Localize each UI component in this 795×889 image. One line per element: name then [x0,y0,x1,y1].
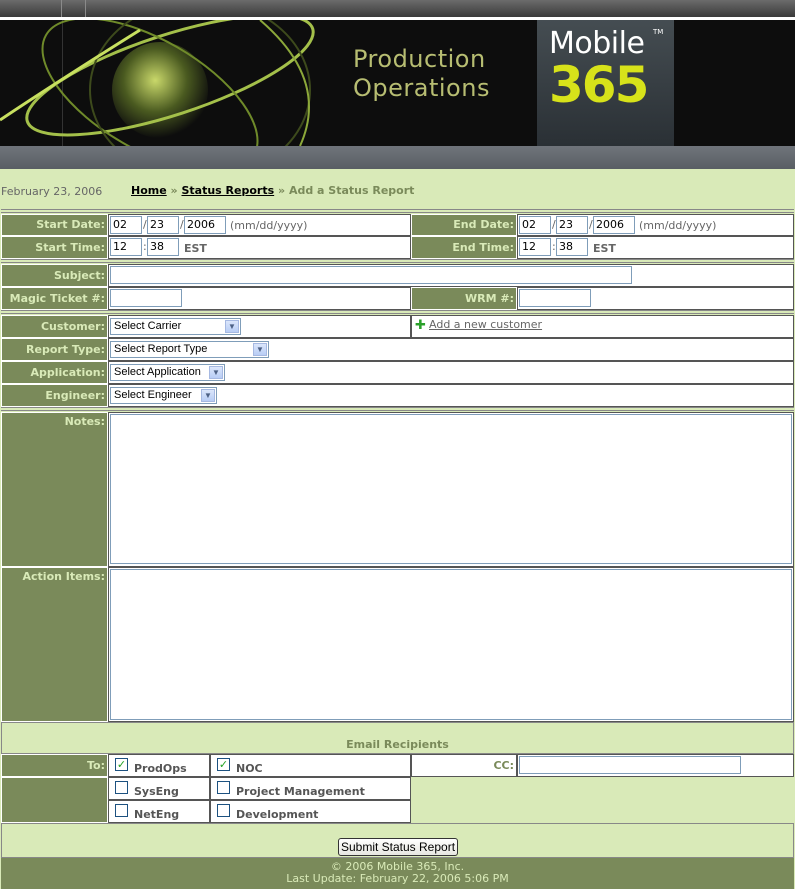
application-select-value: Select Application [114,366,201,378]
report-type-select[interactable]: Select Report Type ▼ [110,341,269,358]
start-day-input[interactable]: 23 [147,216,179,234]
magic-ticket-label: Magic Ticket #: [1,287,108,310]
neteng-label: NetEng [134,808,180,821]
project-management-checkbox[interactable] [217,781,230,794]
divider [1,209,794,213]
wrm-input[interactable] [519,289,591,307]
end-minute-input[interactable]: 38 [556,238,588,256]
divider [1,310,794,314]
prodops-label: ProdOps [134,762,187,775]
to-label: To: [1,754,108,777]
report-type-label: Report Type: [1,338,108,361]
breadcrumb-separator: » [278,184,286,197]
action-items-label: Action Items: [1,567,108,722]
development-checkbox[interactable] [217,804,230,817]
end-date-label: End Date: [411,214,517,236]
prodops-checkbox[interactable]: ✓ [115,758,128,771]
cc-input[interactable] [519,756,741,774]
add-customer-link[interactable]: Add a new customer [429,318,542,331]
end-day-input[interactable]: 23 [556,216,588,234]
start-year-input[interactable]: 2006 [184,216,226,234]
chevron-down-icon: ▼ [201,389,215,402]
project-management-label: Project Management [236,785,365,798]
customer-label: Customer: [1,315,108,338]
start-date-label: Start Date: [1,214,108,236]
chevron-down-icon: ▼ [209,366,223,379]
footer: © 2006 Mobile 365, Inc. Last Update: Feb… [1,858,794,889]
customer-select[interactable]: Select Carrier ▼ [110,318,241,335]
start-time-label: Start Time: [1,236,108,259]
mobile365-logo: Mobile TM 365 [537,20,674,146]
wrm-label: WRM #: [411,287,517,310]
syseng-label: SysEng [134,785,179,798]
date-format-hint: (mm/dd/yyyy) [639,219,717,232]
banner-title-line2: Operations [353,74,490,102]
engineer-label: Engineer: [1,384,108,407]
noc-label: NOC [236,762,263,775]
application-select[interactable]: Select Application ▼ [110,364,225,381]
plus-icon: ✚ [415,318,426,333]
engineer-select[interactable]: Select Engineer ▼ [110,387,217,404]
logo-number: 365 [549,56,649,114]
development-label: Development [236,808,319,821]
breadcrumb-reports-link[interactable]: Status Reports [181,184,274,197]
footer-last-update: Last Update: February 22, 2006 5:06 PM [286,872,509,885]
divider [1,259,794,263]
site-banner: Production Operations Mobile TM 365 [0,20,795,146]
application-label: Application: [1,361,108,384]
subject-label: Subject: [1,264,108,287]
current-date: February 23, 2006 [1,185,103,198]
banner-title: Production Operations [353,45,490,103]
end-time-label: End Time: [411,236,517,259]
syseng-checkbox[interactable] [115,781,128,794]
email-recipients-heading: Email Recipients [346,738,449,751]
report-type-select-value: Select Report Type [114,343,208,355]
logo-trademark: TM [653,28,664,36]
email-recipients-header: Email Recipients [1,722,794,754]
start-month-input[interactable]: 02 [110,216,142,234]
top-strip [0,0,795,17]
chevron-down-icon: ▼ [225,320,239,333]
notes-label: Notes: [1,412,108,567]
chevron-down-icon: ▼ [253,343,267,356]
recipients-spacer [1,777,108,823]
magic-ticket-input[interactable] [110,289,182,307]
start-hour-input[interactable]: 12 [110,238,142,256]
subject-input[interactable] [110,266,632,284]
nav-bar [0,146,795,169]
engineer-select-value: Select Engineer [114,389,192,401]
divider [1,407,794,411]
cc-label: CC: [411,754,517,777]
notes-textarea[interactable] [110,414,792,564]
breadcrumb-row: February 23, 2006 Home » Status Reports … [0,169,795,212]
start-minute-input[interactable]: 38 [147,238,179,256]
banner-title-line1: Production [353,45,486,73]
end-year-input[interactable]: 2006 [593,216,635,234]
neteng-checkbox[interactable] [115,804,128,817]
breadcrumb-separator: » [170,184,178,197]
timezone-label: EST [593,242,616,255]
breadcrumb: Home » Status Reports » Add a Status Rep… [131,184,414,197]
action-items-textarea[interactable] [110,569,792,720]
timezone-label: EST [184,242,207,255]
end-hour-input[interactable]: 12 [519,238,551,256]
breadcrumb-home-link[interactable]: Home [131,184,167,197]
date-format-hint: (mm/dd/yyyy) [230,219,308,232]
customer-select-value: Select Carrier [114,320,182,332]
noc-checkbox[interactable]: ✓ [217,758,230,771]
breadcrumb-current: Add a Status Report [288,184,415,197]
submit-status-report-button[interactable]: Submit Status Report [338,838,458,856]
end-month-input[interactable]: 02 [519,216,551,234]
